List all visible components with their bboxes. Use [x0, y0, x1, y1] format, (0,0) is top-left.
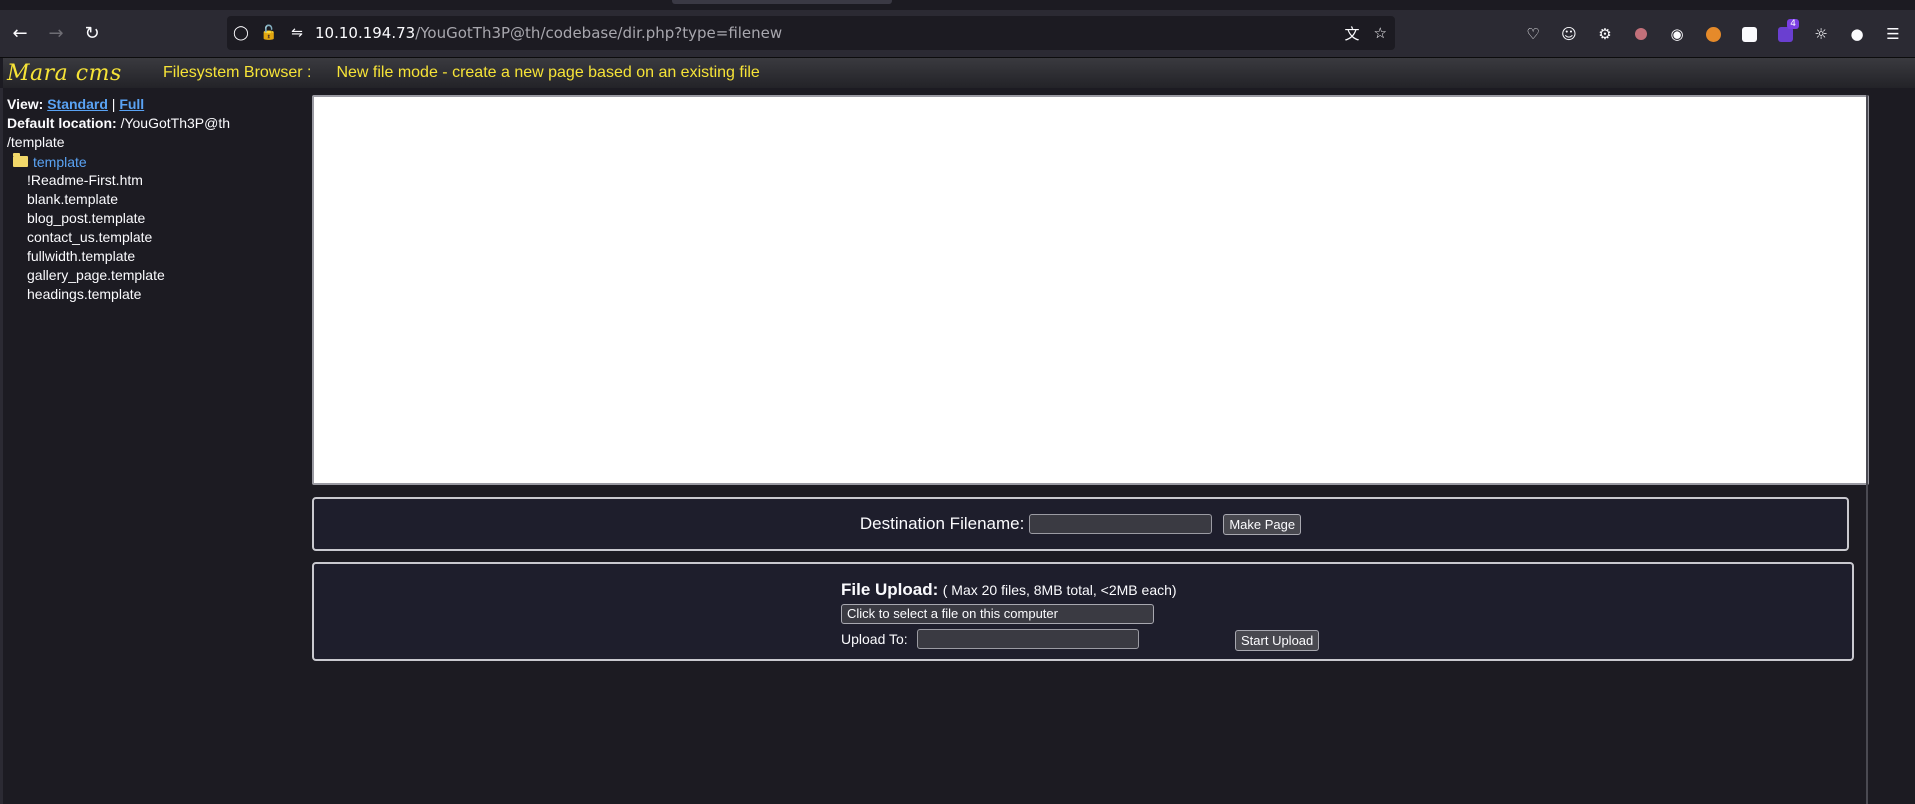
file-upload-panel: File Upload: ( Max 20 files, 8MB total, …: [312, 562, 1854, 661]
left-frame-border: [0, 88, 3, 804]
file-item[interactable]: blank.template: [27, 190, 307, 209]
file-item[interactable]: contact_us.template: [27, 228, 307, 247]
folder-template[interactable]: template: [13, 152, 307, 171]
file-item[interactable]: !Readme-First.htm: [27, 171, 307, 190]
make-page-button[interactable]: Make Page: [1223, 513, 1302, 535]
default-location-value: /YouGotTh3P@th: [120, 115, 230, 131]
upload-title: File Upload:: [841, 580, 939, 599]
file-item[interactable]: fullwidth.template: [27, 247, 307, 266]
url-bar-actions: 文 ☆: [1345, 16, 1387, 50]
select-file-button[interactable]: Click to select a file on this computer: [841, 604, 1154, 624]
pocket-icon[interactable]: ♡: [1515, 16, 1551, 52]
destination-filename-label: Destination Filename:: [859, 514, 1025, 533]
cms-header: Mara cms Filesystem Browser : New file m…: [0, 58, 1915, 88]
menu-icon[interactable]: ☰: [1875, 16, 1911, 52]
file-preview-pane[interactable]: [312, 95, 1869, 485]
browser-toolbar: ← → ↻ ◯ 🔓 ⇋ 10.10.194.73/YouGotTh3P@th/c…: [0, 10, 1915, 58]
extensions-icon[interactable]: ⚙: [1587, 16, 1623, 52]
cms-mode: New file mode - create a new page based …: [336, 64, 760, 81]
view-standard-link[interactable]: Standard: [47, 96, 108, 112]
extension-badge: 4: [1787, 19, 1799, 29]
forward-icon[interactable]: →: [38, 16, 74, 52]
ext-1-icon[interactable]: [1623, 16, 1659, 52]
back-icon[interactable]: ←: [2, 16, 38, 52]
right-frame-border: [1866, 95, 1868, 804]
ext-2-icon[interactable]: ◉: [1659, 16, 1695, 52]
view-switch: View: Standard | Full: [7, 95, 307, 114]
default-location: Default location: /YouGotTh3P@th: [7, 114, 307, 133]
folder-label: template: [33, 153, 87, 170]
file-item[interactable]: blog_post.template: [27, 209, 307, 228]
ext-7-icon[interactable]: ●: [1839, 16, 1875, 52]
url-bar[interactable]: ◯ 🔓 ⇋ 10.10.194.73/YouGotTh3P@th/codebas…: [227, 16, 1395, 50]
tab-strip: [0, 0, 1915, 10]
file-item[interactable]: headings.template: [27, 285, 307, 304]
view-label: View:: [7, 96, 44, 112]
upload-heading: File Upload: ( Max 20 files, 8MB total, …: [841, 580, 1177, 600]
active-tab-indicator[interactable]: [672, 0, 892, 4]
upload-to-input[interactable]: [917, 629, 1139, 649]
ext-5-icon[interactable]: 4: [1767, 16, 1803, 52]
view-full-link[interactable]: Full: [119, 96, 144, 112]
upload-limits: ( Max 20 files, 8MB total, <2MB each): [942, 582, 1177, 598]
cms-title: Filesystem Browser :: [163, 64, 312, 81]
default-location-label: Default location:: [7, 115, 117, 131]
file-browser-sidebar: View: Standard | Full Default location: …: [7, 95, 307, 304]
extension-toolbar: ♡ ☺ ⚙ ◉ 4 ☼ ● ☰: [1515, 16, 1911, 52]
ext-3-icon[interactable]: [1695, 16, 1731, 52]
make-page-panel: Destination Filename: Make Page: [312, 497, 1849, 551]
view-separator: |: [111, 96, 116, 112]
account-icon[interactable]: ☺: [1551, 16, 1587, 52]
default-location-continued: /template: [7, 134, 65, 150]
shield-icon[interactable]: ◯: [227, 25, 255, 41]
folder-icon: [13, 153, 28, 167]
lock-icon[interactable]: 🔓: [255, 25, 283, 41]
ext-4-icon[interactable]: [1731, 16, 1767, 52]
url-host: 10.10.194.73: [315, 24, 416, 42]
start-upload-button[interactable]: Start Upload: [1235, 630, 1320, 651]
ext-6-icon[interactable]: ☼: [1803, 16, 1839, 52]
file-item[interactable]: gallery_page.template: [27, 266, 307, 285]
url-path: /YouGotTh3P@th/codebase/dir.php?type=fil…: [415, 24, 783, 42]
destination-filename-input[interactable]: [1029, 514, 1213, 534]
page-content: Mara cms Filesystem Browser : New file m…: [0, 58, 1915, 804]
cms-logo: Mara cms: [7, 60, 122, 86]
url-text[interactable]: 10.10.194.73/YouGotTh3P@th/codebase/dir.…: [315, 24, 782, 42]
upload-to-label: Upload To:: [841, 631, 908, 647]
reload-icon[interactable]: ↻: [74, 16, 110, 52]
translate-icon[interactable]: 文: [1345, 23, 1360, 44]
permissions-icon[interactable]: ⇋: [283, 25, 311, 41]
bookmark-star-icon[interactable]: ☆: [1374, 24, 1387, 42]
